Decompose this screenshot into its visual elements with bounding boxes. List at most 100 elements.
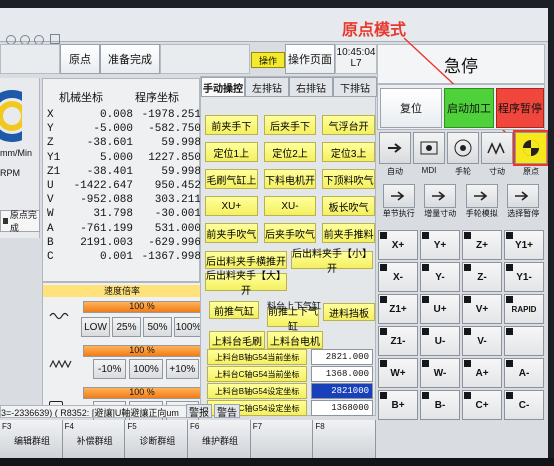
function-key[interactable]: F8 (313, 420, 377, 458)
function-key[interactable]: F7 (250, 420, 314, 458)
manual-button[interactable]: 毛刷气缸上 (205, 169, 258, 189)
taskbar (0, 458, 554, 466)
jog-key[interactable]: Y- (420, 262, 460, 292)
tab-3[interactable]: 下排钻 (333, 77, 377, 97)
jog-key[interactable]: A+ (462, 358, 502, 388)
exec-option-2[interactable]: 手轮模拟 (462, 184, 502, 224)
exec-option-label: 增量寸动 (424, 209, 457, 218)
key-corner-marker (506, 264, 513, 271)
jog-key[interactable]: W- (420, 358, 460, 388)
function-key[interactable]: F5 诊断群组 (125, 420, 189, 458)
table-brush-button[interactable]: 上料台毛刷 (209, 331, 265, 349)
front-push-cylinder-button[interactable]: 前推气缸 (209, 301, 259, 319)
manual-button[interactable]: 后夹手吹气 (263, 223, 317, 243)
jog-key[interactable]: B- (420, 390, 460, 420)
manual-tabs: 手动操控 左排钻 右排钻 下排钻 (201, 77, 377, 97)
tab-1[interactable]: 左排钻 (245, 77, 289, 97)
jog-key[interactable]: V- (462, 326, 502, 356)
override-option-button[interactable]: -10% (93, 359, 127, 379)
reset-button[interactable]: 复位 (380, 88, 442, 128)
override-option-button[interactable]: 25% (112, 317, 141, 337)
manual-button[interactable]: 板长吹气 (322, 196, 376, 216)
jog-key[interactable]: Y+ (420, 230, 460, 260)
jog-key[interactable]: U- (420, 326, 460, 356)
jog-key[interactable]: V+ (462, 294, 502, 324)
jog-key[interactable]: B+ (378, 390, 418, 420)
jog-key[interactable]: Y1- (504, 262, 544, 292)
override-buttons-2: -10% 100% +10% (93, 359, 199, 379)
manual-button[interactable]: 下顶料吹气 (322, 169, 376, 189)
prog-value: -30.001 (154, 208, 201, 221)
jog-key[interactable]: W+ (378, 358, 418, 388)
override-option-button[interactable]: 100% (129, 359, 163, 379)
manual-button[interactable]: 后夹手下 (263, 115, 317, 135)
mode-3[interactable]: 寸动 (481, 132, 513, 182)
origin-icon (513, 130, 548, 166)
coordinate-panel: 机械坐标 程序坐标 X 0.008 -1978.251 Y -5.000 -582.750… (42, 78, 201, 282)
table-motor-button[interactable]: 上料台电机 (267, 331, 323, 349)
manual-button[interactable]: 前夹手下 (205, 115, 258, 135)
override-option-button[interactable]: +10% (165, 359, 199, 379)
start-machining-button[interactable]: 启动加工 (444, 88, 494, 128)
mode-0[interactable]: 自动 (379, 132, 411, 182)
function-key[interactable]: F4 补偿群组 (62, 420, 126, 458)
coord-row: Z1 -38.401 59.998 (43, 166, 201, 180)
jog-key[interactable]: U+ (420, 294, 460, 324)
manual-button[interactable]: 下料电机开 (263, 169, 317, 189)
tab-0[interactable]: 手动操控 (201, 77, 245, 97)
jog-axis-grid: X+ Y+ Z+ Y1+ X- Y- Z- Y1- Z1+ U+ V+ RAPID Z1- U- V- W+ W… (378, 230, 544, 430)
jog-key[interactable]: Z1- (378, 326, 418, 356)
warning-tab[interactable]: 警告 (214, 404, 240, 419)
override-option-button[interactable]: LOW (81, 317, 110, 337)
exec-option-1[interactable]: 增量寸动 (421, 184, 461, 224)
mode-4[interactable]: 原点 (513, 130, 548, 182)
program-pause-button[interactable]: 程序暂停 (496, 88, 544, 128)
manual-button[interactable]: 前夹手推料 (322, 223, 376, 243)
status-message: 3=-2336639) ( R8352: [避讓]U軸避讓正向um (0, 405, 200, 418)
feed-clamp-button[interactable]: 后出料夹手【小】开 (291, 249, 373, 275)
exec-option-3[interactable]: 选择暂停 (504, 184, 544, 224)
override-option-button[interactable]: 100% (174, 317, 203, 337)
feed-clamp-button[interactable]: 后出料夹手【大】开 (205, 271, 287, 297)
feed-stop-block-button[interactable]: 进料挡板 (323, 303, 375, 321)
jog-key[interactable]: A- (504, 358, 544, 388)
jog-key[interactable]: Z1+ (378, 294, 418, 324)
manual-button[interactable]: 定位3上 (322, 142, 376, 162)
manual-button[interactable]: 前夹手吹气 (205, 223, 258, 243)
exec-option-0[interactable]: 单节执行 (379, 184, 419, 224)
jog-key[interactable]: C+ (462, 390, 502, 420)
override-value-3: 100 % (129, 387, 155, 397)
tab-2[interactable]: 右排钻 (289, 77, 333, 97)
window-icon[interactable] (50, 34, 60, 44)
manual-button[interactable]: 气浮台开 (322, 115, 376, 135)
override-option-button[interactable]: 50% (143, 317, 172, 337)
manual-button[interactable]: XU+ (205, 196, 258, 216)
jog-key[interactable]: X- (378, 262, 418, 292)
setting-value[interactable]: 1368000 (311, 400, 373, 416)
mode-1[interactable]: MDI (413, 132, 445, 182)
jog-key[interactable]: X+ (378, 230, 418, 260)
manual-button[interactable]: 定位1上 (205, 142, 258, 162)
setting-value[interactable]: 2821000 (311, 383, 373, 399)
function-key[interactable]: F3 编辑群组 (0, 420, 63, 458)
manual-button[interactable]: XU- (263, 196, 317, 216)
key-corner-marker (464, 296, 471, 303)
jog-key-label: Z- (477, 271, 487, 283)
setting-label: 上料台B轴G54当前坐标 (207, 349, 308, 365)
alarm-tab[interactable]: 警报 (186, 404, 212, 419)
setting-label: 上料台C轴G54当前坐标 (207, 366, 308, 382)
coord-row: Z -38.601 59.998 (43, 137, 201, 151)
jog-key[interactable]: Z+ (462, 230, 502, 260)
prog-value: 950.452 (154, 179, 201, 192)
mode-2[interactable]: 手轮 (447, 132, 479, 182)
jog-key[interactable]: Z- (462, 262, 502, 292)
jog-key[interactable]: Y1+ (504, 230, 544, 260)
manual-button[interactable]: 定位2上 (263, 142, 317, 162)
front-push-updown-button[interactable]: 前推上下气缸 (267, 307, 319, 333)
jog-key[interactable]: RAPID (504, 294, 544, 324)
jog-key-label: B- (434, 399, 446, 411)
mode-label: 寸动 (489, 167, 505, 176)
function-key[interactable]: F6 维护群组 (188, 420, 251, 458)
fkey-code: F7 (252, 422, 263, 431)
jog-key[interactable]: C- (504, 390, 544, 420)
